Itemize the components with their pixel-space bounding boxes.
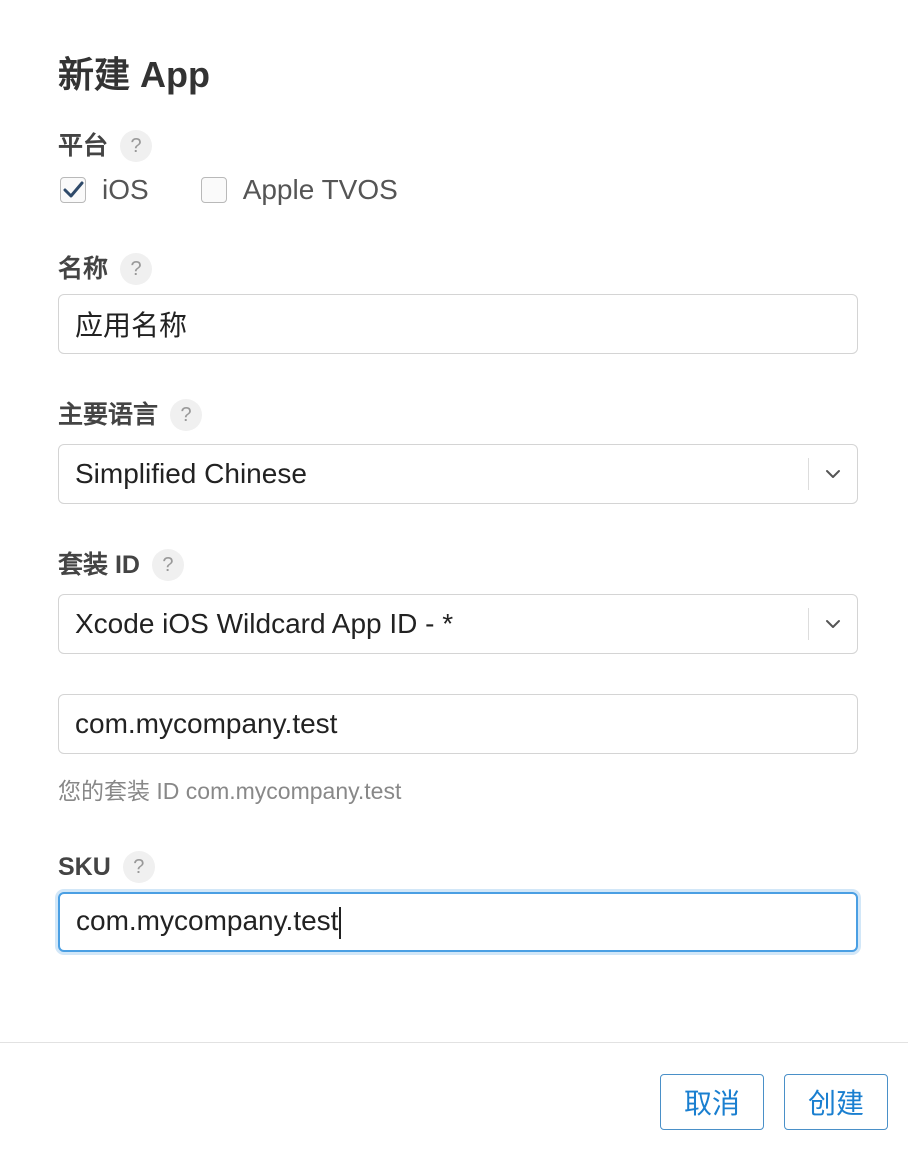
sku-input-text: com.mycompany.test bbox=[60, 905, 856, 939]
sku-input[interactable]: com.mycompany.test bbox=[58, 892, 858, 952]
checkmark-icon bbox=[63, 181, 84, 198]
bundle-id-suffix-value: com.mycompany.test bbox=[75, 708, 338, 739]
platform-label: 平台 bbox=[58, 132, 109, 160]
bundle-label-row: 套装 ID ? bbox=[58, 549, 184, 581]
language-select-value: Simplified Chinese bbox=[75, 458, 307, 489]
new-app-dialog: 新建 App 平台 ? iOS Apple TVOS 名称 ? 应用名称 主要语… bbox=[0, 0, 908, 1152]
bundle-id-suffix-input[interactable]: com.mycompany.test bbox=[58, 694, 858, 754]
platform-help-icon[interactable]: ? bbox=[120, 130, 153, 162]
platform-options: iOS Apple TVOS bbox=[60, 170, 450, 210]
create-button[interactable]: 创建 bbox=[784, 1074, 888, 1130]
chevron-down-icon[interactable] bbox=[809, 595, 857, 653]
ios-checkbox[interactable] bbox=[60, 177, 86, 203]
sku-label: SKU bbox=[58, 853, 111, 881]
platform-option-ios[interactable]: iOS bbox=[60, 172, 149, 208]
platform-option-apple-tvos[interactable]: Apple TVOS bbox=[200, 172, 398, 208]
chevron-down-icon[interactable] bbox=[809, 445, 857, 503]
cancel-button[interactable]: 取消 bbox=[660, 1074, 764, 1130]
bundle-help-icon[interactable]: ? bbox=[151, 549, 184, 581]
language-select[interactable]: Simplified Chinese bbox=[58, 444, 858, 504]
ios-label: iOS bbox=[102, 174, 149, 205]
apple-tvos-label: Apple TVOS bbox=[242, 174, 398, 205]
platform-label-row: 平台 ? bbox=[58, 130, 153, 162]
text-caret bbox=[339, 906, 342, 939]
language-label-row: 主要语言 ? bbox=[58, 399, 203, 431]
footer-divider bbox=[0, 1042, 908, 1043]
bundle-label: 套装 ID bbox=[58, 551, 140, 579]
name-label: 名称 bbox=[58, 255, 109, 283]
bundle-id-hint: 您的套装 ID com.mycompany.test bbox=[58, 778, 402, 804]
language-label: 主要语言 bbox=[58, 401, 159, 429]
sku-label-row: SKU ? bbox=[58, 851, 155, 883]
bundle-id-select[interactable]: Xcode iOS Wildcard App ID - * bbox=[58, 594, 858, 654]
name-label-row: 名称 ? bbox=[58, 253, 153, 285]
apple-tvos-checkbox[interactable] bbox=[200, 177, 227, 203]
bundle-id-select-value: Xcode iOS Wildcard App ID - * bbox=[75, 608, 454, 639]
name-help-icon[interactable]: ? bbox=[120, 253, 153, 285]
name-input[interactable]: 应用名称 bbox=[58, 294, 858, 354]
sku-input-value: com.mycompany.test bbox=[76, 905, 339, 937]
language-help-icon[interactable]: ? bbox=[170, 399, 203, 431]
sku-help-icon[interactable]: ? bbox=[122, 851, 155, 883]
dialog-title: 新建 App bbox=[58, 54, 210, 95]
name-input-value: 应用名称 bbox=[75, 310, 188, 341]
